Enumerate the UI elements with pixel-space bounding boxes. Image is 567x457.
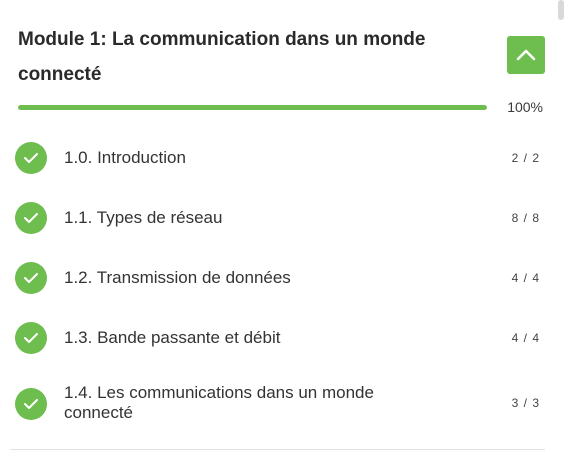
check-icon <box>15 262 47 294</box>
lesson-label: 1.2. Transmission de données <box>64 268 291 287</box>
lesson-progress-count: 8 / 8 <box>511 211 540 225</box>
scrollbar-thumb[interactable] <box>558 0 564 20</box>
lesson-label: 1.1. Types de réseau <box>64 208 223 227</box>
check-icon <box>15 388 47 420</box>
module-progress-percent: 100% <box>507 99 543 115</box>
lesson-progress-count: 4 / 4 <box>511 331 540 345</box>
lesson-item-1-3[interactable]: 1.3. Bande passante et débit 4 / 4 <box>0 308 560 368</box>
lesson-label: 1.3. Bande passante et débit <box>64 328 281 347</box>
check-icon <box>15 322 47 354</box>
lesson-item-1-4[interactable]: 1.4. Les communications dans un monde co… <box>0 370 560 440</box>
section-divider <box>10 449 545 450</box>
lesson-item-1-2[interactable]: 1.2. Transmission de données 4 / 4 <box>0 248 560 308</box>
lesson-progress-count: 3 / 3 <box>511 396 540 410</box>
check-icon <box>15 202 47 234</box>
lesson-label: 1.0. Introduction <box>64 148 186 167</box>
lesson-item-1-0[interactable]: 1.0. Introduction 2 / 2 <box>0 128 560 188</box>
module-progress-bar <box>18 105 487 110</box>
collapse-button[interactable] <box>507 36 545 74</box>
module-progress-fill <box>18 105 487 110</box>
check-icon <box>15 142 47 174</box>
lesson-label: 1.4. Les communications dans un monde co… <box>64 383 374 422</box>
lesson-progress-count: 4 / 4 <box>511 271 540 285</box>
lesson-progress-count: 2 / 2 <box>511 151 540 165</box>
chevron-up-icon <box>516 49 536 61</box>
module-title: Module 1: La communication dans un monde… <box>18 29 426 85</box>
lesson-item-1-1[interactable]: 1.1. Types de réseau 8 / 8 <box>0 188 560 248</box>
